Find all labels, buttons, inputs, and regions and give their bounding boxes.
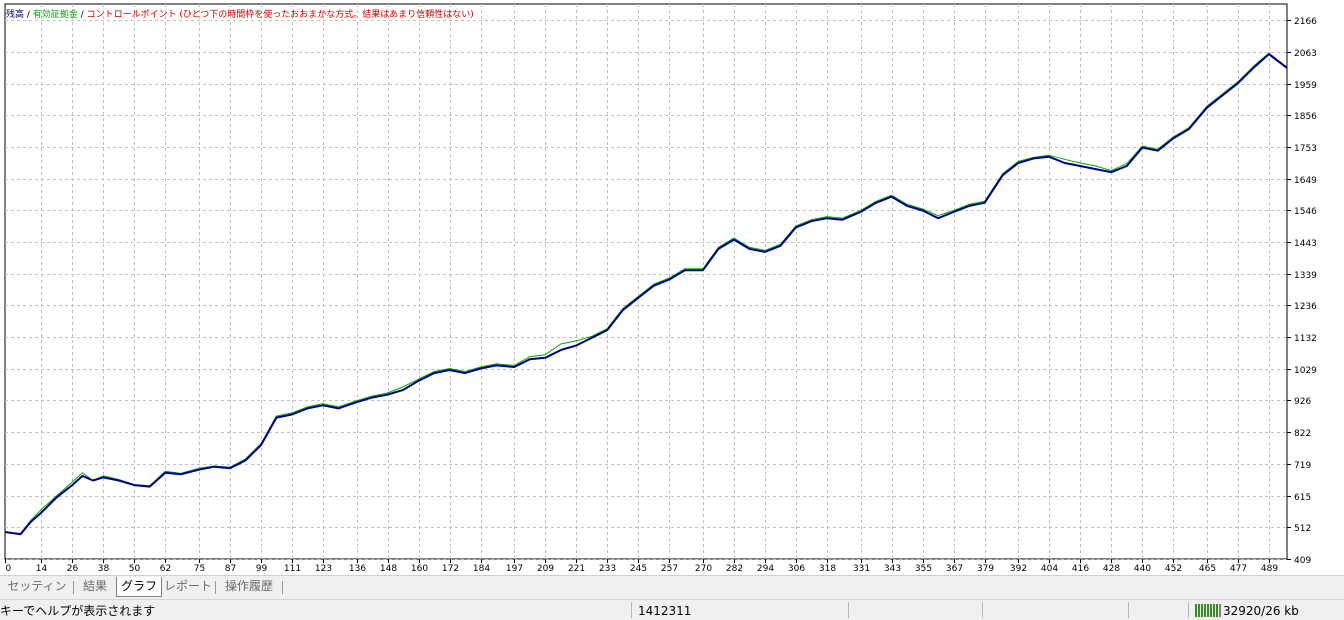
legend-separator: / bbox=[24, 10, 33, 20]
status-number: 1412311 bbox=[638, 604, 692, 618]
y-tick-label: 1132 bbox=[1294, 334, 1317, 344]
tab-settings[interactable]: セッティング bbox=[4, 577, 70, 612]
x-tick-label: 404 bbox=[1041, 564, 1058, 574]
tab-divider bbox=[215, 581, 216, 594]
x-tick-label: 489 bbox=[1261, 564, 1278, 574]
y-tick-label: 926 bbox=[1294, 397, 1311, 407]
x-tick-label: 136 bbox=[349, 564, 366, 574]
y-tick-label: 719 bbox=[1294, 461, 1311, 471]
tab-history[interactable]: 操作履歴 bbox=[220, 577, 278, 596]
tab-divider bbox=[282, 581, 283, 594]
status-divider bbox=[1188, 602, 1189, 618]
x-tick-label: 282 bbox=[726, 564, 743, 574]
x-tick-label: 392 bbox=[1010, 564, 1027, 574]
x-tick-label: 184 bbox=[473, 564, 490, 574]
x-tick-label: 355 bbox=[915, 564, 932, 574]
y-tick-label: 1029 bbox=[1294, 366, 1317, 376]
tester-tabs: セッティング 結果 グラフ レポート 操作履歴 bbox=[0, 575, 1344, 612]
x-tick-label: 257 bbox=[661, 564, 678, 574]
tab-divider bbox=[73, 581, 74, 594]
tab-graph[interactable]: グラフ bbox=[116, 577, 162, 597]
y-tick-label: 512 bbox=[1294, 524, 1311, 534]
x-tick-label: 294 bbox=[757, 564, 774, 574]
equity-chart: 409 512 615 719 822 926 1029 1132 1236 1339 1443 15… bbox=[4, 3, 1317, 574]
x-tick-label: 0 bbox=[6, 564, 12, 574]
x-tick-label: 75 bbox=[194, 564, 205, 574]
y-tick-label: 2063 bbox=[1294, 49, 1317, 59]
y-tick-label: 822 bbox=[1294, 429, 1311, 439]
plot-frame bbox=[4, 3, 1288, 560]
tab-results[interactable]: 結果 bbox=[76, 577, 114, 596]
x-tick-label: 379 bbox=[977, 564, 994, 574]
x-tick-label: 111 bbox=[284, 564, 301, 574]
x-tick-label: 123 bbox=[315, 564, 332, 574]
status-divider bbox=[1128, 602, 1129, 618]
x-tick-label: 367 bbox=[946, 564, 963, 574]
y-tick-label: 409 bbox=[1294, 556, 1311, 566]
x-tick-label: 440 bbox=[1134, 564, 1151, 574]
y-tick-label: 1236 bbox=[1294, 302, 1317, 312]
x-tick-label: 416 bbox=[1072, 564, 1089, 574]
connection-bars-icon bbox=[1195, 604, 1221, 617]
x-tick-label: 477 bbox=[1230, 564, 1247, 574]
x-tick-label: 172 bbox=[442, 564, 459, 574]
status-divider bbox=[631, 602, 632, 618]
x-tick-label: 233 bbox=[599, 564, 616, 574]
x-tick-label: 465 bbox=[1199, 564, 1216, 574]
status-divider bbox=[982, 602, 983, 618]
tab-report[interactable]: レポート bbox=[164, 577, 212, 596]
x-tick-label: 343 bbox=[884, 564, 901, 574]
x-tick-label: 306 bbox=[788, 564, 805, 574]
legend-balance: 残高 bbox=[6, 10, 25, 20]
status-memory: 32920/26 kb bbox=[1223, 604, 1299, 618]
x-tick-label: 197 bbox=[506, 564, 523, 574]
y-tick-label: 1546 bbox=[1294, 207, 1317, 217]
y-tick-label: 1649 bbox=[1294, 176, 1317, 186]
x-tick-label: 50 bbox=[129, 564, 141, 574]
x-tick-label: 38 bbox=[98, 564, 110, 574]
chart-area: 409 512 615 719 822 926 1029 1132 1236 1339 1443 15… bbox=[0, 0, 1344, 576]
y-tick-label: 2166 bbox=[1294, 17, 1317, 27]
y-tick-label: 1753 bbox=[1294, 144, 1317, 154]
y-tick-label: 1959 bbox=[1294, 81, 1317, 91]
chart-legend: 残高 / 有効証拠金 / コントロールポイント (ひとつ下の時間枠を使ったおおま… bbox=[6, 7, 474, 20]
x-tick-label: 270 bbox=[695, 564, 712, 574]
status-help-text: キーでヘルプが表示されます bbox=[0, 604, 156, 618]
x-tick-label: 245 bbox=[630, 564, 647, 574]
legend-separator: / bbox=[77, 10, 87, 20]
y-tick-label: 1339 bbox=[1294, 271, 1317, 281]
x-tick-label: 428 bbox=[1103, 564, 1120, 574]
y-tick-label: 615 bbox=[1294, 493, 1311, 503]
x-tick-label: 160 bbox=[411, 564, 428, 574]
x-tick-label: 99 bbox=[256, 564, 268, 574]
legend-equity: 有効証拠金 bbox=[32, 10, 78, 20]
status-divider bbox=[848, 602, 849, 618]
x-tick-label: 209 bbox=[537, 564, 554, 574]
x-tick-label: 62 bbox=[160, 564, 171, 574]
x-tick-label: 87 bbox=[225, 564, 236, 574]
y-tick-label: 1856 bbox=[1294, 112, 1317, 122]
legend-note: コントロールポイント (ひとつ下の時間枠を使ったおおまかな方式。結果はあまり信頼… bbox=[86, 10, 474, 20]
x-tick-label: 26 bbox=[67, 564, 79, 574]
x-tick-label: 148 bbox=[380, 564, 397, 574]
x-tick-label: 331 bbox=[853, 564, 870, 574]
x-tick-label: 452 bbox=[1165, 564, 1182, 574]
y-tick-label: 1443 bbox=[1294, 239, 1317, 249]
status-bar: キーでヘルプが表示されます 1412311 32920/26 kb bbox=[0, 599, 1344, 620]
x-tick-label: 318 bbox=[819, 564, 836, 574]
x-tick-label: 221 bbox=[568, 564, 585, 574]
x-tick-label: 14 bbox=[36, 564, 48, 574]
